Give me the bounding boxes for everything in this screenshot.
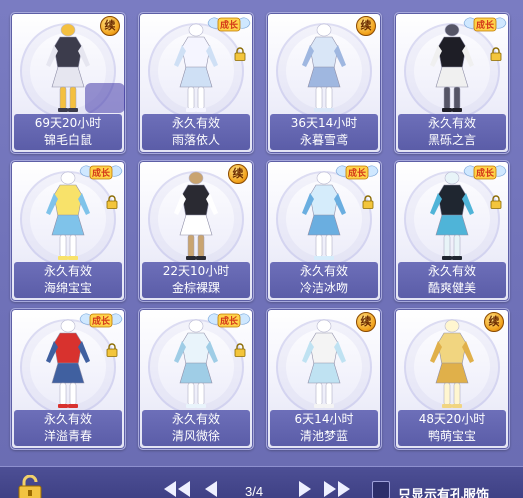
svg-text:成长: 成长 <box>220 19 239 31</box>
item-duration: 永久有效 <box>427 264 476 278</box>
renew-badge-icon[interactable]: 续 <box>484 312 504 332</box>
last-page-icon[interactable] <box>320 479 354 498</box>
svg-text:成长: 成长 <box>92 167 111 179</box>
item-duration: 永久有效 <box>43 264 92 278</box>
outfit-card[interactable]: 续 48天20小时 鸭萌宝宝 <box>394 308 510 450</box>
growth-badge-icon: 成长 <box>79 313 123 328</box>
lock-icon <box>490 195 502 209</box>
next-page-icon[interactable] <box>296 479 314 498</box>
outfit-card[interactable]: 成长永久有效洋溢青春 <box>10 308 126 450</box>
growth-badge-icon: 成长 <box>207 313 251 328</box>
outfit-preview-icon <box>174 23 218 112</box>
growth-badge-icon: 成长 <box>79 165 123 180</box>
outfit-card[interactable]: 成长永久有效清风微徐 <box>138 308 254 450</box>
outfit-preview-icon <box>430 171 474 260</box>
svg-text:成长: 成长 <box>220 315 239 327</box>
item-caption: 永久有效 洋溢青春 <box>14 410 122 446</box>
lock-icon <box>362 195 374 209</box>
outfit-preview-icon <box>174 319 218 408</box>
item-name: 锦毛白鼠 <box>43 133 92 147</box>
item-caption: 6天14小时 清池梦蓝 <box>270 410 378 446</box>
renew-badge-icon[interactable]: 续 <box>356 16 376 36</box>
outfit-preview-icon <box>430 23 474 112</box>
svg-text:成长: 成长 <box>476 167 495 179</box>
item-duration: 36天14小时 <box>290 116 358 130</box>
filter-label: 只显示有孔服饰 <box>398 488 490 498</box>
item-duration: 永久有效 <box>427 116 476 130</box>
renew-badge-icon[interactable]: 续 <box>356 312 376 332</box>
svg-text:成长: 成长 <box>348 167 367 179</box>
outfit-preview-icon <box>174 171 218 260</box>
outfit-card[interactable]: 成长永久有效冷洁冰吻 <box>266 160 382 302</box>
growth-badge-icon: 成长 <box>463 17 507 32</box>
lock-icon <box>106 343 118 357</box>
item-caption: 22天10小时 金棕裸踝 <box>142 262 250 298</box>
item-duration: 69天20小时 <box>34 116 102 130</box>
unlock-icon[interactable] <box>15 475 49 498</box>
prev-page-icon[interactable] <box>202 479 220 498</box>
item-caption: 永久有效 清风微徐 <box>142 410 250 446</box>
outfit-card[interactable]: 成长永久有效酷爽健美 <box>394 160 510 302</box>
lock-icon <box>234 47 246 61</box>
lock-icon <box>234 343 246 357</box>
item-caption: 永久有效 冷洁冰吻 <box>270 262 378 298</box>
item-caption: 永久有效 海绵宝宝 <box>14 262 122 298</box>
outfit-card[interactable]: 续 69天20小时 锦毛白鼠 <box>10 12 126 154</box>
item-duration: 48天20小时 <box>418 412 486 426</box>
footer-bar: 3/4 只显示有孔服饰 <box>0 466 523 498</box>
lock-icon <box>106 195 118 209</box>
item-duration: 永久有效 <box>171 116 220 130</box>
item-name: 鸭萌宝宝 <box>427 429 476 443</box>
outfit-card[interactable]: 续 6天14小时 清池梦蓝 <box>266 308 382 450</box>
guild-emblem-icon <box>85 83 125 113</box>
outfit-card[interactable]: 续 22天10小时 金棕裸踝 <box>138 160 254 302</box>
item-name: 黑砾之言 <box>427 133 476 147</box>
item-name: 海绵宝宝 <box>43 281 92 295</box>
item-caption: 永久有效 雨落依人 <box>142 114 250 150</box>
item-name: 永暮雪鸢 <box>299 133 348 147</box>
first-page-icon[interactable] <box>160 479 194 498</box>
outfit-card[interactable]: 成长永久有效海绵宝宝 <box>10 160 126 302</box>
renew-badge-icon[interactable]: 续 <box>228 164 248 184</box>
lock-icon <box>490 47 502 61</box>
item-caption: 永久有效 黑砾之言 <box>398 114 506 150</box>
growth-badge-icon: 成长 <box>463 165 507 180</box>
outfit-preview-icon <box>302 171 346 260</box>
item-name: 酷爽健美 <box>427 281 476 295</box>
item-duration: 永久有效 <box>299 264 348 278</box>
outfit-preview-icon <box>302 319 346 408</box>
item-duration: 永久有效 <box>171 412 220 426</box>
outfit-preview-icon <box>430 319 474 408</box>
growth-badge-icon: 成长 <box>207 17 251 32</box>
item-caption: 36天14小时 永暮雪鸢 <box>270 114 378 150</box>
outfit-preview-icon <box>46 171 90 260</box>
item-name: 洋溢青春 <box>43 429 92 443</box>
item-caption: 永久有效 酷爽健美 <box>398 262 506 298</box>
item-name: 清风微徐 <box>171 429 220 443</box>
item-caption: 48天20小时 鸭萌宝宝 <box>398 410 506 446</box>
outfit-card[interactable]: 成长永久有效雨落依人 <box>138 12 254 154</box>
outfit-preview-icon <box>302 23 346 112</box>
outfit-card[interactable]: 续 36天14小时 永暮雪鸢 <box>266 12 382 154</box>
item-duration: 永久有效 <box>43 412 92 426</box>
svg-text:成长: 成长 <box>92 315 111 327</box>
renew-badge-icon[interactable]: 续 <box>100 16 120 36</box>
item-duration: 22天10小时 <box>162 264 230 278</box>
item-duration: 6天14小时 <box>294 412 354 426</box>
wardrobe-grid: 续 69天20小时 锦毛白鼠 成长 永久有效 雨落依人续 36天14小时 永暮雪鸢 成长 永久有效… <box>10 12 510 450</box>
item-name: 冷洁冰吻 <box>299 281 348 295</box>
growth-badge-icon: 成长 <box>335 165 379 180</box>
item-name: 清池梦蓝 <box>299 429 348 443</box>
filter-checkbox[interactable] <box>372 481 390 498</box>
item-caption: 69天20小时 锦毛白鼠 <box>14 114 122 150</box>
page-indicator: 3/4 <box>245 484 264 498</box>
item-name: 雨落依人 <box>171 133 220 147</box>
outfit-preview-icon <box>46 319 90 408</box>
outfit-card[interactable]: 成长永久有效黑砾之言 <box>394 12 510 154</box>
item-name: 金棕裸踝 <box>171 281 220 295</box>
svg-text:成长: 成长 <box>476 19 495 31</box>
